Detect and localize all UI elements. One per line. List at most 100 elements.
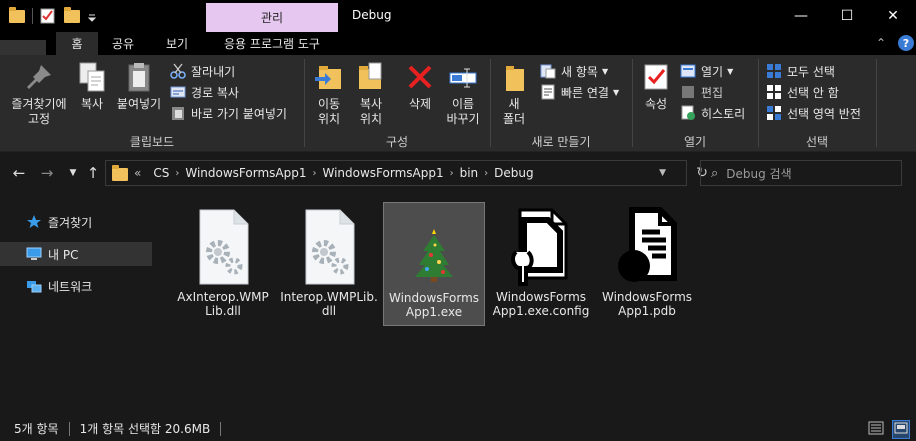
new-folder-icon[interactable] bbox=[63, 7, 81, 25]
search-box[interactable]: ⌕ Debug 검색 bbox=[700, 160, 902, 186]
copy-to-label: 복사 위치 bbox=[359, 97, 383, 126]
nav-item-label: 네트워크 bbox=[48, 279, 93, 294]
status-item-count: 5개 항목 bbox=[14, 422, 59, 436]
file-item[interactable]: AxInterop.WMPLib.dll bbox=[172, 202, 274, 326]
paste-shortcut-icon bbox=[170, 105, 186, 121]
tab-share[interactable]: 공유 bbox=[100, 32, 146, 55]
move-to-button[interactable]: 이동 위치 bbox=[310, 61, 348, 127]
easy-access-label: 빠른 연결 bbox=[561, 85, 609, 100]
breadcrumb-separator-icon[interactable]: › bbox=[450, 168, 454, 179]
config-file-icon bbox=[508, 206, 574, 286]
maximize-button[interactable]: ☐ bbox=[824, 0, 870, 32]
delete-button[interactable]: 삭제 bbox=[402, 61, 438, 112]
group-label-open: 열기 bbox=[683, 135, 707, 149]
breadcrumb-item[interactable]: CS bbox=[153, 166, 169, 180]
close-button[interactable]: ✕ bbox=[870, 0, 916, 32]
recent-locations-chevron-icon[interactable]: ▼ bbox=[64, 164, 82, 182]
breadcrumb-separator-icon[interactable]: › bbox=[175, 168, 179, 179]
christmas-tree-icon bbox=[401, 207, 467, 287]
breadcrumb-overflow[interactable]: « bbox=[134, 166, 141, 180]
properties-button[interactable]: 속성 bbox=[638, 61, 674, 112]
paste-shortcut-button[interactable]: 바로 가기 붙여넣기 bbox=[170, 103, 287, 123]
easy-access-icon bbox=[540, 84, 556, 100]
file-item[interactable]: WindowsFormsApp1.pdb bbox=[596, 202, 698, 326]
move-to-label: 이동 위치 bbox=[317, 97, 341, 126]
select-none-icon bbox=[766, 84, 782, 100]
paste-button[interactable]: 붙여넣기 bbox=[114, 61, 164, 112]
network-icon bbox=[26, 278, 42, 294]
breadcrumb-separator-icon[interactable]: › bbox=[312, 168, 316, 179]
chevron-down-icon: ▼ bbox=[612, 87, 620, 97]
breadcrumb-separator-icon[interactable]: › bbox=[484, 168, 488, 179]
help-button[interactable]: ? bbox=[898, 35, 914, 51]
ribbon-tabs: 파일 홈 공유 보기 응용 프로그램 도구 ⌃ bbox=[0, 32, 916, 164]
invert-selection-button[interactable]: 선택 영역 반전 bbox=[766, 103, 861, 123]
easy-access-button[interactable]: 빠른 연결 ▼ bbox=[540, 82, 619, 102]
pin-label: 즐겨찾기에 고정 bbox=[11, 97, 67, 126]
breadcrumb-item[interactable]: WindowsFormsApp1 bbox=[185, 166, 306, 180]
group-label-select: 선택 bbox=[805, 135, 829, 149]
new-item-label: 새 항목 bbox=[561, 64, 598, 79]
ribbon-collapse-button[interactable]: ⌃ bbox=[876, 36, 886, 50]
large-icons-view-icon[interactable] bbox=[892, 420, 910, 439]
back-arrow-icon[interactable]: ← bbox=[10, 164, 28, 182]
address-bar[interactable]: « CS › WindowsFormsApp1 › WindowsFormsAp… bbox=[105, 160, 708, 186]
title-bar: 관리 Debug — ☐ ✕ bbox=[0, 0, 916, 32]
copy-path-button[interactable]: 경로 복사 bbox=[170, 82, 239, 102]
navigation-bar: ← → ▼ ↑ « CS › WindowsFormsApp1 › Window… bbox=[0, 152, 916, 194]
nav-item-quick-access[interactable]: 즐겨찾기 bbox=[0, 210, 152, 234]
file-item-selected[interactable]: WindowsFormsApp1.exe bbox=[383, 202, 485, 326]
select-none-button[interactable]: 선택 안 함 bbox=[766, 82, 839, 102]
properties-check-icon[interactable] bbox=[39, 7, 57, 25]
up-arrow-icon[interactable]: ↑ bbox=[84, 164, 102, 182]
copy-icon bbox=[76, 61, 108, 93]
copy-to-button[interactable]: 복사 위치 bbox=[352, 61, 390, 127]
address-dropdown-chevron-icon[interactable]: ▼ bbox=[659, 168, 666, 178]
dll-gear-icon bbox=[190, 206, 256, 286]
file-item[interactable]: Interop.WMPLib.dll bbox=[278, 202, 380, 326]
customize-dropdown-icon[interactable] bbox=[87, 7, 97, 25]
folder-icon[interactable] bbox=[8, 7, 26, 25]
delete-x-icon bbox=[404, 61, 436, 93]
paste-clipboard-icon bbox=[123, 61, 155, 93]
open-button[interactable]: 열기 ▼ bbox=[680, 61, 733, 81]
new-folder-button[interactable]: 새 폴더 bbox=[496, 61, 532, 127]
tab-view[interactable]: 보기 bbox=[154, 32, 200, 55]
pin-quick-access-button[interactable]: 즐겨찾기에 고정 bbox=[4, 61, 74, 127]
group-label-new: 새로 만들기 bbox=[531, 135, 591, 149]
pc-icon bbox=[26, 246, 42, 262]
cut-button[interactable]: 잘라내기 bbox=[170, 61, 235, 81]
invert-selection-label: 선택 영역 반전 bbox=[787, 106, 861, 121]
history-button[interactable]: 히스토리 bbox=[680, 103, 745, 123]
edit-icon bbox=[680, 84, 696, 100]
search-icon: ⌕ bbox=[711, 165, 719, 181]
select-all-button[interactable]: 모두 선택 bbox=[766, 61, 835, 81]
nav-item-network[interactable]: 네트워크 bbox=[0, 274, 152, 298]
star-icon bbox=[26, 214, 42, 230]
pdb-file-icon bbox=[614, 206, 680, 286]
copy-button[interactable]: 복사 bbox=[76, 61, 108, 112]
status-bar: 5개 항목 1개 항목 선택함 20.6MB bbox=[0, 416, 916, 441]
tab-home[interactable]: 홈 bbox=[56, 32, 98, 55]
minimize-button[interactable]: — bbox=[778, 0, 824, 32]
breadcrumb-item[interactable]: WindowsFormsApp1 bbox=[322, 166, 443, 180]
breadcrumb-item[interactable]: Debug bbox=[494, 166, 533, 180]
select-all-icon bbox=[766, 63, 782, 79]
file-item[interactable]: WindowsFormsApp1.exe.config bbox=[490, 202, 592, 326]
dll-gear-icon bbox=[296, 206, 362, 286]
forward-arrow-icon[interactable]: → bbox=[38, 164, 56, 182]
file-name: WindowsFormsApp1.exe bbox=[388, 291, 480, 319]
tab-app-tools[interactable]: 응용 프로그램 도구 bbox=[206, 32, 338, 55]
paste-shortcut-label: 바로 가기 붙여넣기 bbox=[191, 106, 287, 121]
context-tab-manage[interactable]: 관리 bbox=[206, 3, 338, 32]
breadcrumb-item[interactable]: bin bbox=[460, 166, 479, 180]
details-view-icon[interactable] bbox=[868, 421, 884, 438]
new-item-button[interactable]: 새 항목 ▼ bbox=[540, 61, 608, 81]
history-icon bbox=[680, 105, 696, 121]
new-folder-label: 새 폴더 bbox=[502, 97, 526, 126]
group-label-clipboard: 클립보드 bbox=[129, 135, 175, 149]
file-name: Interop.WMPLib.dll bbox=[280, 290, 378, 318]
rename-button[interactable]: 이름 바꾸기 bbox=[442, 61, 484, 127]
nav-item-this-pc[interactable]: 내 PC bbox=[0, 242, 152, 266]
edit-button[interactable]: 편집 bbox=[680, 82, 723, 102]
